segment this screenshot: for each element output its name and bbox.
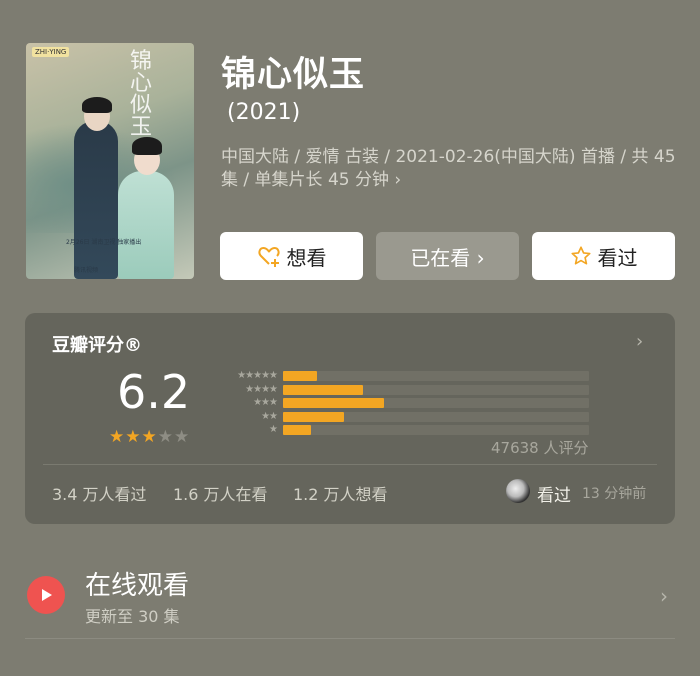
online-subtitle: 更新至 30 集 bbox=[85, 607, 180, 626]
poster-figure-woman bbox=[118, 171, 174, 279]
distribution-stars: ★★★★★ bbox=[237, 370, 278, 381]
star-filled-icon: ★ bbox=[141, 427, 158, 447]
poster-caption: 2月26日 湖南卫视 独家播出 bbox=[66, 239, 142, 246]
distribution-row: ★★★ bbox=[215, 397, 589, 408]
distribution-track bbox=[283, 371, 589, 381]
distribution-stars: ★ bbox=[269, 424, 278, 435]
watching-label: 已在看 › bbox=[410, 245, 485, 270]
distribution-track bbox=[283, 411, 589, 422]
distribution-stars: ★★ bbox=[261, 410, 278, 422]
online-title[interactable]: 在线观看 bbox=[85, 565, 189, 602]
star-outline-icon bbox=[570, 245, 592, 267]
distribution-bar bbox=[283, 371, 317, 381]
stat-watching[interactable]: 1.6 万人在看 bbox=[173, 481, 268, 505]
star-empty-icon: ★ bbox=[157, 427, 174, 447]
watching-button[interactable]: 已在看 › bbox=[376, 232, 519, 280]
watched-label-btn: 看过 bbox=[597, 245, 638, 270]
poster-image[interactable]: ZHI·YING 锦心似玉 2月26日 湖南卫视 独家播出 腾讯视频 bbox=[26, 43, 194, 279]
want-button[interactable]: 想看 bbox=[220, 232, 363, 280]
want-label: 想看 bbox=[286, 245, 327, 270]
distribution-bar bbox=[283, 425, 311, 435]
divider bbox=[43, 464, 657, 465]
poster-figure-man bbox=[74, 121, 118, 279]
distribution-row: ★ bbox=[215, 424, 589, 435]
distribution-bar bbox=[283, 384, 363, 395]
distribution-row: ★★★★★ bbox=[215, 370, 589, 381]
watched-button[interactable]: 看过 bbox=[532, 232, 675, 280]
distribution-track bbox=[283, 384, 589, 395]
distribution-row: ★★ bbox=[215, 410, 589, 422]
rating-stars: ★★★★★ bbox=[109, 427, 190, 447]
drama-title: 锦心似玉 bbox=[221, 55, 366, 95]
distribution-row: ★★★★ bbox=[215, 383, 589, 395]
distribution-stars: ★★★★ bbox=[245, 383, 278, 395]
distribution-bar bbox=[283, 411, 344, 422]
rating-title: 豆瓣评分® bbox=[52, 335, 142, 356]
poster-brand: 腾讯视频 bbox=[74, 267, 99, 274]
star-filled-icon: ★ bbox=[109, 427, 126, 447]
stat-watched[interactable]: 3.4 万人看过 bbox=[52, 481, 147, 505]
divider bbox=[25, 638, 675, 639]
distribution-stars: ★★★ bbox=[253, 397, 278, 408]
distribution-track bbox=[283, 398, 589, 408]
star-empty-icon: ★ bbox=[174, 427, 191, 447]
poster-logo: ZHI·YING bbox=[32, 47, 70, 57]
poster-hair-woman bbox=[132, 137, 162, 155]
friend-time: 13 分钟前 bbox=[582, 486, 647, 502]
chevron-right-icon[interactable]: › bbox=[636, 331, 643, 352]
distribution-bar bbox=[283, 398, 384, 408]
heart-plus-icon bbox=[257, 245, 281, 267]
friend-watched-label: 看过 bbox=[537, 486, 571, 506]
drama-meta[interactable]: 中国大陆 / 爱情 古装 / 2021-02-26(中国大陆) 首播 / 共 4… bbox=[221, 146, 681, 192]
rating-card[interactable]: 豆瓣评分® › 6.2 ★★★★★ ★★★★★ ★★★★ ★★★ ★★ ★ 47638 … bbox=[25, 313, 675, 524]
rating-count: 47638 人评分 bbox=[491, 439, 589, 457]
poster-calligraphy: 锦心似玉 bbox=[130, 49, 153, 140]
distribution-track bbox=[283, 425, 589, 435]
star-filled-icon: ★ bbox=[125, 427, 142, 447]
rating-score: 6.2 bbox=[117, 365, 191, 419]
poster-hair-man bbox=[82, 97, 112, 113]
stat-want[interactable]: 1.2 万人想看 bbox=[293, 481, 388, 505]
play-icon[interactable] bbox=[27, 576, 65, 614]
avatar[interactable] bbox=[506, 479, 530, 503]
chevron-right-icon[interactable]: › bbox=[660, 584, 668, 608]
drama-year: (2021) bbox=[227, 100, 301, 125]
